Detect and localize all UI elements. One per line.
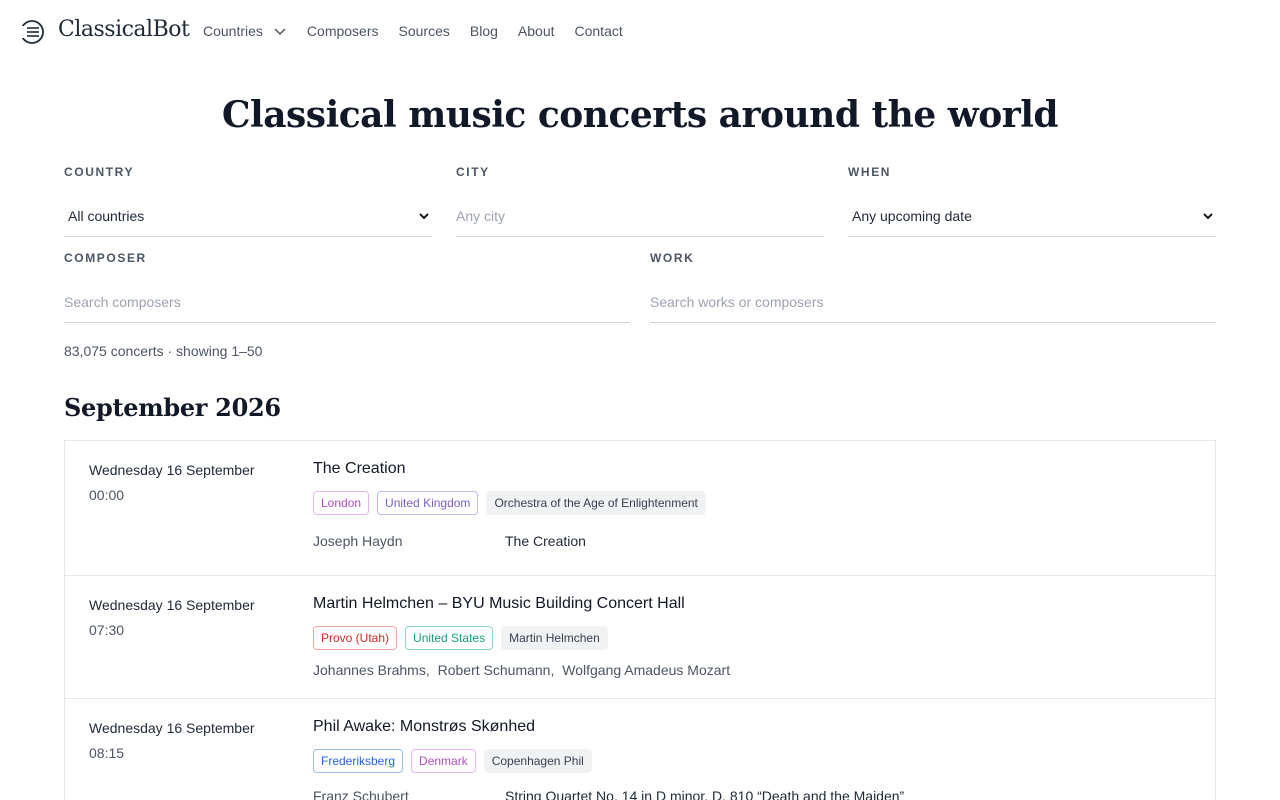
chevron-down-icon xyxy=(419,212,429,219)
work-input[interactable] xyxy=(650,293,1216,310)
concert-row[interactable]: Wednesday 16 September 07:30 Martin Helm… xyxy=(65,576,1215,699)
city-tag[interactable]: London xyxy=(313,491,370,515)
concert-title[interactable]: Martin Helmchen – BYU Music Building Con… xyxy=(313,595,685,613)
city-label: City xyxy=(456,165,490,179)
concert-time: 00:00 xyxy=(89,487,125,503)
result-count: 83,075 concerts · showing 1–50 xyxy=(64,343,263,359)
concert-date: Wednesday 16 September xyxy=(89,720,255,736)
concert-list: Wednesday 16 September 00:00 The Creatio… xyxy=(64,440,1216,800)
composer-name[interactable]: Joseph Haydn xyxy=(313,533,403,549)
country-filter: Country All countries xyxy=(64,165,432,237)
country-select[interactable]: All countries xyxy=(64,195,432,237)
composers-list: Johannes Brahms, Robert Schumann, Wolfga… xyxy=(313,662,734,678)
composer-name[interactable]: Robert Schumann, xyxy=(438,662,555,678)
city-filter: City xyxy=(456,165,824,237)
concert-title[interactable]: The Creation xyxy=(313,460,406,478)
work-filter: Work xyxy=(650,251,1216,323)
concert-date: Wednesday 16 September xyxy=(89,597,255,613)
nav-contact[interactable]: Contact xyxy=(575,23,623,39)
city-tag[interactable]: Provo (Utah) xyxy=(313,626,398,650)
program-entry: Franz Schubert String Quartet No. 14 in … xyxy=(313,788,904,800)
page-title: Classical music concerts around the worl… xyxy=(221,94,1059,136)
work-name[interactable]: String Quartet No. 14 in D minor, D. 810… xyxy=(505,788,904,800)
month-heading: September 2026 xyxy=(64,393,281,422)
logo-icon[interactable] xyxy=(19,19,45,45)
city-tag[interactable]: Frederiksberg xyxy=(313,749,404,773)
work-name[interactable]: The Creation xyxy=(505,533,586,549)
concert-date: Wednesday 16 September xyxy=(89,462,255,478)
country-label: Country xyxy=(64,165,135,179)
nav-countries-label: Countries xyxy=(203,23,263,39)
nav-countries[interactable]: Countries xyxy=(203,23,287,39)
concert-tags: Provo (Utah) United States Martin Helmch… xyxy=(313,626,616,650)
concert-row[interactable]: Wednesday 16 September 08:15 Phil Awake:… xyxy=(65,699,1215,800)
ensemble-tag[interactable]: Orchestra of the Age of Enlightenment xyxy=(486,491,706,515)
work-field xyxy=(650,281,1216,323)
ensemble-tag[interactable]: Martin Helmchen xyxy=(501,626,608,650)
country-select-value: All countries xyxy=(68,207,145,224)
country-tag[interactable]: United Kingdom xyxy=(377,491,479,515)
composer-filter: Composer xyxy=(64,251,630,323)
site-header: ClassicalBot Countries Composers Sources… xyxy=(0,0,1280,64)
concert-tags: London United Kingdom Orchestra of the A… xyxy=(313,491,714,515)
concert-time: 07:30 xyxy=(89,622,125,638)
nav-about[interactable]: About xyxy=(518,23,555,39)
composer-name[interactable]: Johannes Brahms, xyxy=(313,662,430,678)
city-input[interactable] xyxy=(456,207,824,224)
country-tag[interactable]: Denmark xyxy=(411,749,476,773)
concert-title[interactable]: Phil Awake: Monstrøs Skønhed xyxy=(313,718,535,736)
concert-tags: Frederiksberg Denmark Copenhagen Phil xyxy=(313,749,600,773)
brand-name[interactable]: ClassicalBot xyxy=(58,17,190,42)
nav-composers[interactable]: Composers xyxy=(307,23,379,39)
work-label: Work xyxy=(650,251,695,265)
program-entry: Joseph Haydn The Creation xyxy=(313,533,586,549)
when-select-value: Any upcoming date xyxy=(852,207,972,224)
when-label: When xyxy=(848,165,892,179)
nav-blog[interactable]: Blog xyxy=(470,23,498,39)
main-nav: Countries Composers Sources Blog About C… xyxy=(203,23,643,39)
nav-sources[interactable]: Sources xyxy=(399,23,450,39)
concert-row[interactable]: Wednesday 16 September 00:00 The Creatio… xyxy=(65,441,1215,576)
ensemble-tag[interactable]: Copenhagen Phil xyxy=(483,749,592,773)
when-select[interactable]: Any upcoming date xyxy=(848,195,1216,237)
city-field xyxy=(456,195,824,237)
when-filter: When Any upcoming date xyxy=(848,165,1216,237)
chevron-down-icon xyxy=(274,28,286,36)
composer-label: Composer xyxy=(64,251,147,265)
concert-time: 08:15 xyxy=(89,745,125,761)
composer-input[interactable] xyxy=(64,293,630,310)
composer-field xyxy=(64,281,630,323)
chevron-down-icon xyxy=(1203,212,1213,219)
composer-name[interactable]: Wolfgang Amadeus Mozart xyxy=(562,662,730,678)
country-tag[interactable]: United States xyxy=(405,626,494,650)
composer-name[interactable]: Franz Schubert xyxy=(313,788,409,800)
